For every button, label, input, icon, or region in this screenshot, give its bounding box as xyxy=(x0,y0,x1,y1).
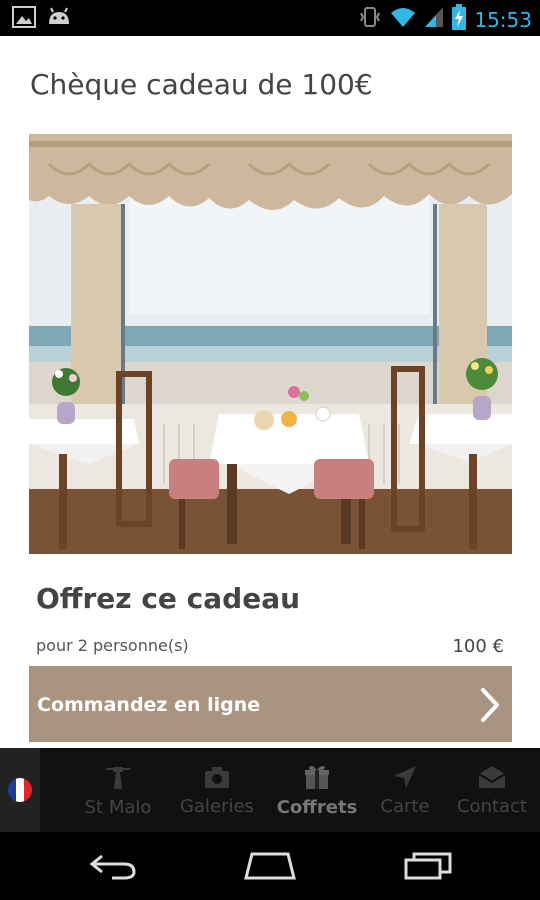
price-value: 100 € xyxy=(452,636,504,657)
back-icon[interactable] xyxy=(88,850,138,887)
battery-charging-icon xyxy=(452,4,467,35)
order-online-button[interactable]: Commandez en ligne xyxy=(29,666,512,742)
tab-carte[interactable]: Carte xyxy=(372,748,438,832)
tab-coffrets[interactable]: Coffrets xyxy=(276,748,358,832)
tab-label: St Malo xyxy=(84,796,152,818)
tab-bar: St Malo Galeries Coffrets Carte Contact xyxy=(0,748,540,832)
envelope-icon xyxy=(477,764,507,790)
status-bar: 15:53 xyxy=(0,0,540,36)
android-icon xyxy=(46,6,72,33)
tab-label: Carte xyxy=(380,795,430,817)
tab-label: Galeries xyxy=(180,795,254,817)
wifi-icon xyxy=(390,6,416,33)
system-nav-bar xyxy=(0,832,540,900)
order-button-label: Commandez en ligne xyxy=(37,694,261,716)
status-time: 15:53 xyxy=(474,7,532,32)
page-title: Chèque cadeau de 100€ xyxy=(30,68,373,101)
recent-apps-icon[interactable] xyxy=(402,850,456,887)
gift-icon xyxy=(303,763,331,791)
french-flag-icon xyxy=(8,778,32,802)
tab-galeries[interactable]: Galeries xyxy=(176,748,258,832)
tab-label: Coffrets xyxy=(276,796,358,818)
offer-title: Offrez ce cadeau xyxy=(36,582,301,615)
camera-icon xyxy=(203,764,231,790)
signal-icon xyxy=(424,6,444,33)
language-selector[interactable] xyxy=(0,748,40,832)
home-icon[interactable] xyxy=(242,850,298,887)
lighthouse-icon xyxy=(104,763,132,791)
persons-label: pour 2 personne(s) xyxy=(36,636,189,655)
tab-st-malo[interactable]: St Malo xyxy=(78,748,158,832)
vibrate-icon xyxy=(358,5,382,34)
chevron-right-icon xyxy=(480,688,500,727)
hero-image xyxy=(29,134,512,554)
gallery-icon xyxy=(12,6,36,33)
navigation-arrow-icon xyxy=(392,764,418,790)
tab-label: Contact xyxy=(456,795,528,817)
tab-contact[interactable]: Contact xyxy=(454,748,530,832)
